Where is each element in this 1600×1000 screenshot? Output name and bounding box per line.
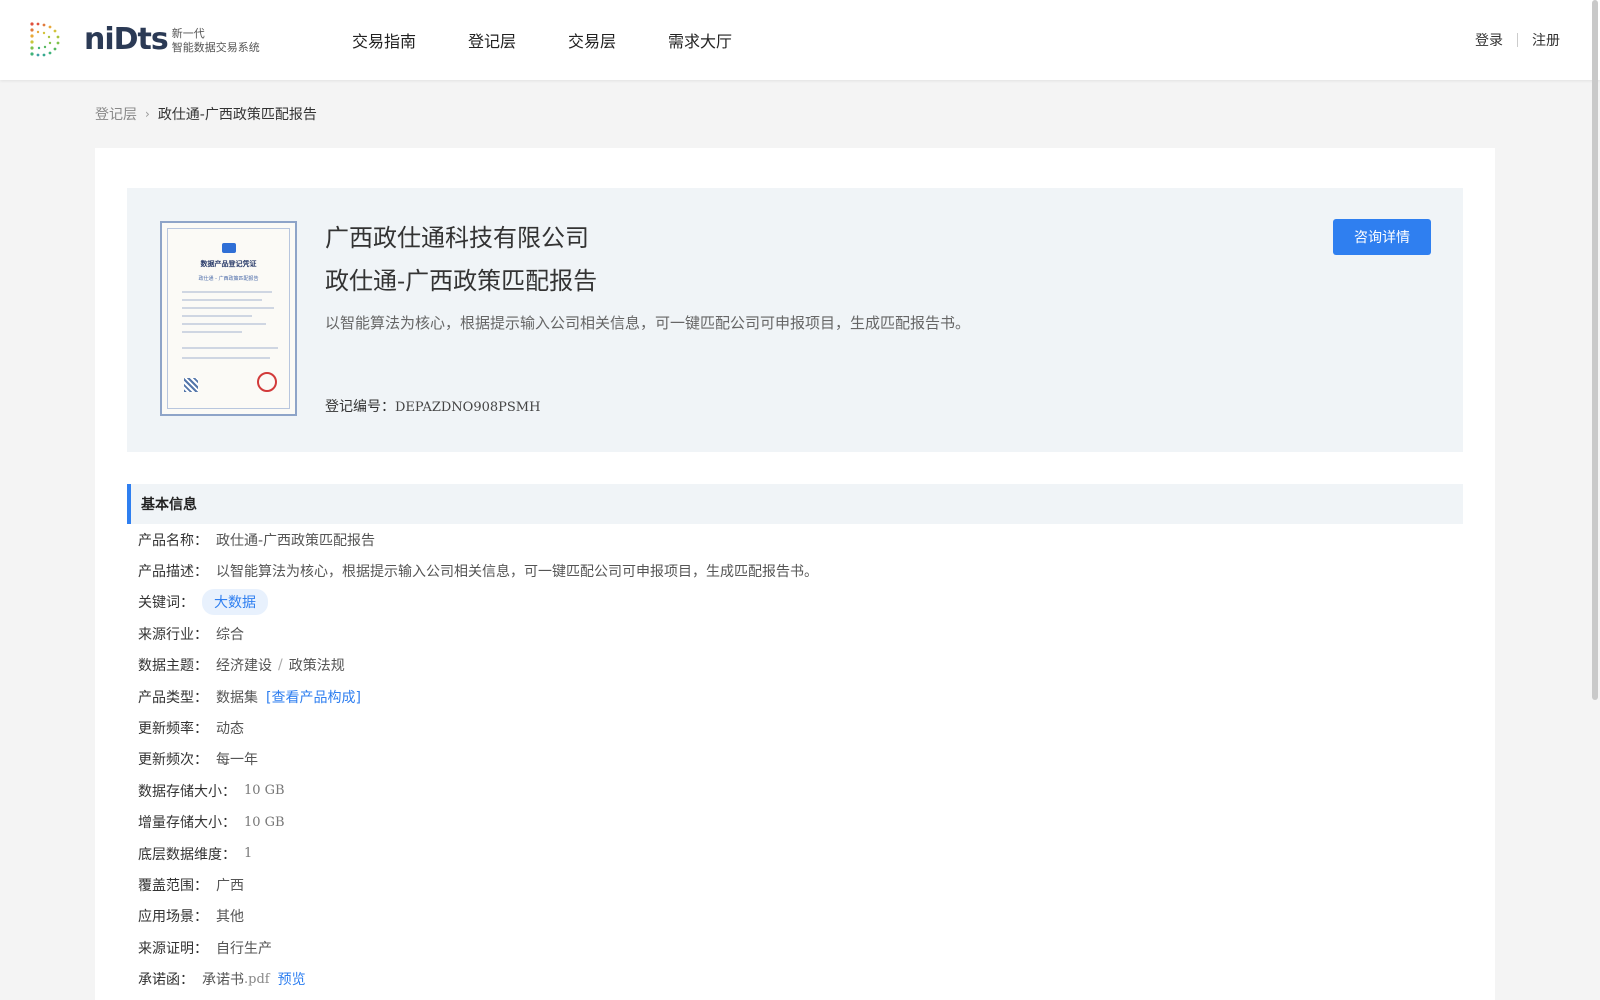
info-label: 应用场景： [138,909,208,926]
info-label: 覆盖范围： [138,877,208,894]
breadcrumb: 登记层 › 政仕通-广西政策匹配报告 [95,104,317,124]
basic-info-list: 产品名称： 政仕通-广西政策匹配报告 产品描述： 以智能算法为核心，根据提示输入… [138,524,1458,995]
info-value: 其他 [216,909,244,926]
consult-details-button[interactable]: 咨询详情 [1333,219,1431,255]
info-label: 产品类型： [138,689,208,706]
certificate-text-line [182,291,272,293]
logo-tagline: 新一代 智能数据交易系统 [172,27,260,55]
preview-link[interactable]: 预览 [278,969,306,989]
top-header: niDts 新一代 智能数据交易系统 交易指南 登记层 交易层 需求大厅 登录 … [0,0,1600,80]
qr-code-icon [184,378,198,392]
certificate-emblem-icon [221,243,236,253]
view-product-composition-link[interactable]: [查看产品构成] [266,687,361,707]
logo-tagline-line1: 新一代 [171,27,205,40]
theme-separator: / [278,657,283,674]
main-nav: 交易指南 登记层 交易层 需求大厅 [352,0,784,80]
info-label: 承诺函： [138,972,194,989]
info-row-coverage: 覆盖范围： 广西 [138,869,1458,900]
nav-demand-hall[interactable]: 需求大厅 [668,28,732,52]
info-row-commitment: 承诺函： 承诺书 .pdf 预览 [138,963,1458,994]
info-row-product-desc: 产品描述： 以智能算法为核心，根据提示输入公司相关信息，可一键匹配公司可申报项目… [138,555,1458,586]
info-row-update-rate: 更新频率： 动态 [138,712,1458,743]
logo-d-mark-icon [28,20,70,60]
certificate-subtitle: 政仕通 - 广西政策匹配报告 [198,276,259,282]
info-label: 更新频次： [138,752,208,769]
certificate-frame: 数据产品登记凭证 政仕通 - 广西政策匹配报告 [167,228,290,409]
info-value: 1 [244,846,253,862]
official-seal-icon [257,372,277,392]
info-value: 数据集 [216,689,258,706]
certificate-thumbnail[interactable]: 数据产品登记凭证 政仕通 - 广西政策匹配报告 [160,221,297,416]
logo-tagline-line2: 智能数据交易系统 [171,41,260,54]
product-hero: 数据产品登记凭证 政仕通 - 广西政策匹配报告 广西政仕通科技有限公司 政仕通-… [127,188,1463,452]
info-row-product-type: 产品类型： 数据集 [查看产品构成] [138,681,1458,712]
info-value: 广西 [216,877,244,894]
info-row-keywords: 关键词： 大数据 [138,587,1458,618]
info-value: 政仕通-广西政策匹配报告 [216,532,376,549]
nav-registration-layer[interactable]: 登记层 [468,28,516,52]
certificate-text-line [182,331,242,333]
product-title: 政仕通-广西政策匹配报告 [325,267,598,295]
info-label: 底层数据维度： [138,846,236,863]
registration-value: DEPAZDNO908PSMH [395,400,541,415]
breadcrumb-parent-link[interactable]: 登记层 [95,104,137,124]
info-value: 以智能算法为核心，根据提示输入公司相关信息，可一键匹配公司可申报项目，生成匹配报… [216,564,818,581]
info-label: 来源行业： [138,626,208,643]
auth-links: 登录 注册 [1475,0,1560,80]
info-label: 产品描述： [138,564,208,581]
info-value: 自行生产 [216,940,272,957]
info-value: 10 GB [244,783,285,799]
info-row-scenario: 应用场景： 其他 [138,901,1458,932]
info-value: 政策法规 [288,658,345,675]
certificate-text-line [182,347,278,349]
registration-number: 登记编号：DEPAZDNO908PSMH [325,396,540,416]
certificate-title: 数据产品登记凭证 [200,260,257,268]
info-row-incremental-size: 增量存储大小： 10 GB [138,807,1458,838]
info-value: 综合 [216,626,244,643]
registration-label: 登记编号： [325,399,395,415]
certificate-text-line [182,323,266,325]
breadcrumb-current: 政仕通-广西政策匹配报告 [157,107,317,123]
product-summary: 以智能算法为核心，根据提示输入公司相关信息，可一键匹配公司可申报项目，生成匹配报… [325,314,971,332]
auth-divider [1517,33,1518,47]
certificate-text-line [182,299,262,301]
certificate-text-line [182,307,274,309]
product-detail-card: 数据产品登记凭证 政仕通 - 广西政策匹配报告 广西政仕通科技有限公司 政仕通-… [95,148,1495,1000]
site-logo[interactable]: niDts 新一代 智能数据交易系统 [28,20,260,60]
info-label: 来源证明： [138,940,208,957]
logo-wordmark: niDts [84,22,169,57]
company-name: 广西政仕通科技有限公司 [325,224,589,252]
info-label: 数据存储大小： [138,783,236,800]
info-value: 动态 [216,721,244,738]
info-row-dimension: 底层数据维度： 1 [138,838,1458,869]
nav-trading-layer[interactable]: 交易层 [568,28,616,52]
info-label: 增量存储大小： [138,815,236,832]
info-value: 10 GB [244,814,285,830]
certificate-text-line [182,357,270,359]
register-link[interactable]: 注册 [1532,30,1560,50]
nav-trade-guide[interactable]: 交易指南 [352,28,416,52]
info-value: 经济建设 [216,658,272,675]
info-row-source-industry: 来源行业： 综合 [138,618,1458,649]
info-label: 更新频率： [138,721,208,738]
file-extension: .pdf [244,971,270,987]
section-title-basic-info: 基本信息 [127,484,1463,524]
info-row-data-theme: 数据主题： 经济建设 / 政策法规 [138,650,1458,681]
info-row-source-proof: 来源证明： 自行生产 [138,932,1458,963]
info-row-storage-size: 数据存储大小： 10 GB [138,775,1458,806]
page-scrollbar[interactable] [1592,0,1598,700]
info-value: 承诺书 [202,972,244,989]
certificate-text-line [182,315,252,317]
info-value: 每一年 [216,752,258,769]
info-label: 关键词： [138,595,194,612]
chevron-right-icon: › [145,107,150,121]
info-label: 产品名称： [138,532,208,549]
info-row-product-name: 产品名称： 政仕通-广西政策匹配报告 [138,524,1458,555]
info-row-update-frequency: 更新频次： 每一年 [138,744,1458,775]
info-label: 数据主题： [138,658,208,675]
login-link[interactable]: 登录 [1475,30,1503,50]
keyword-tag: 大数据 [202,589,268,616]
